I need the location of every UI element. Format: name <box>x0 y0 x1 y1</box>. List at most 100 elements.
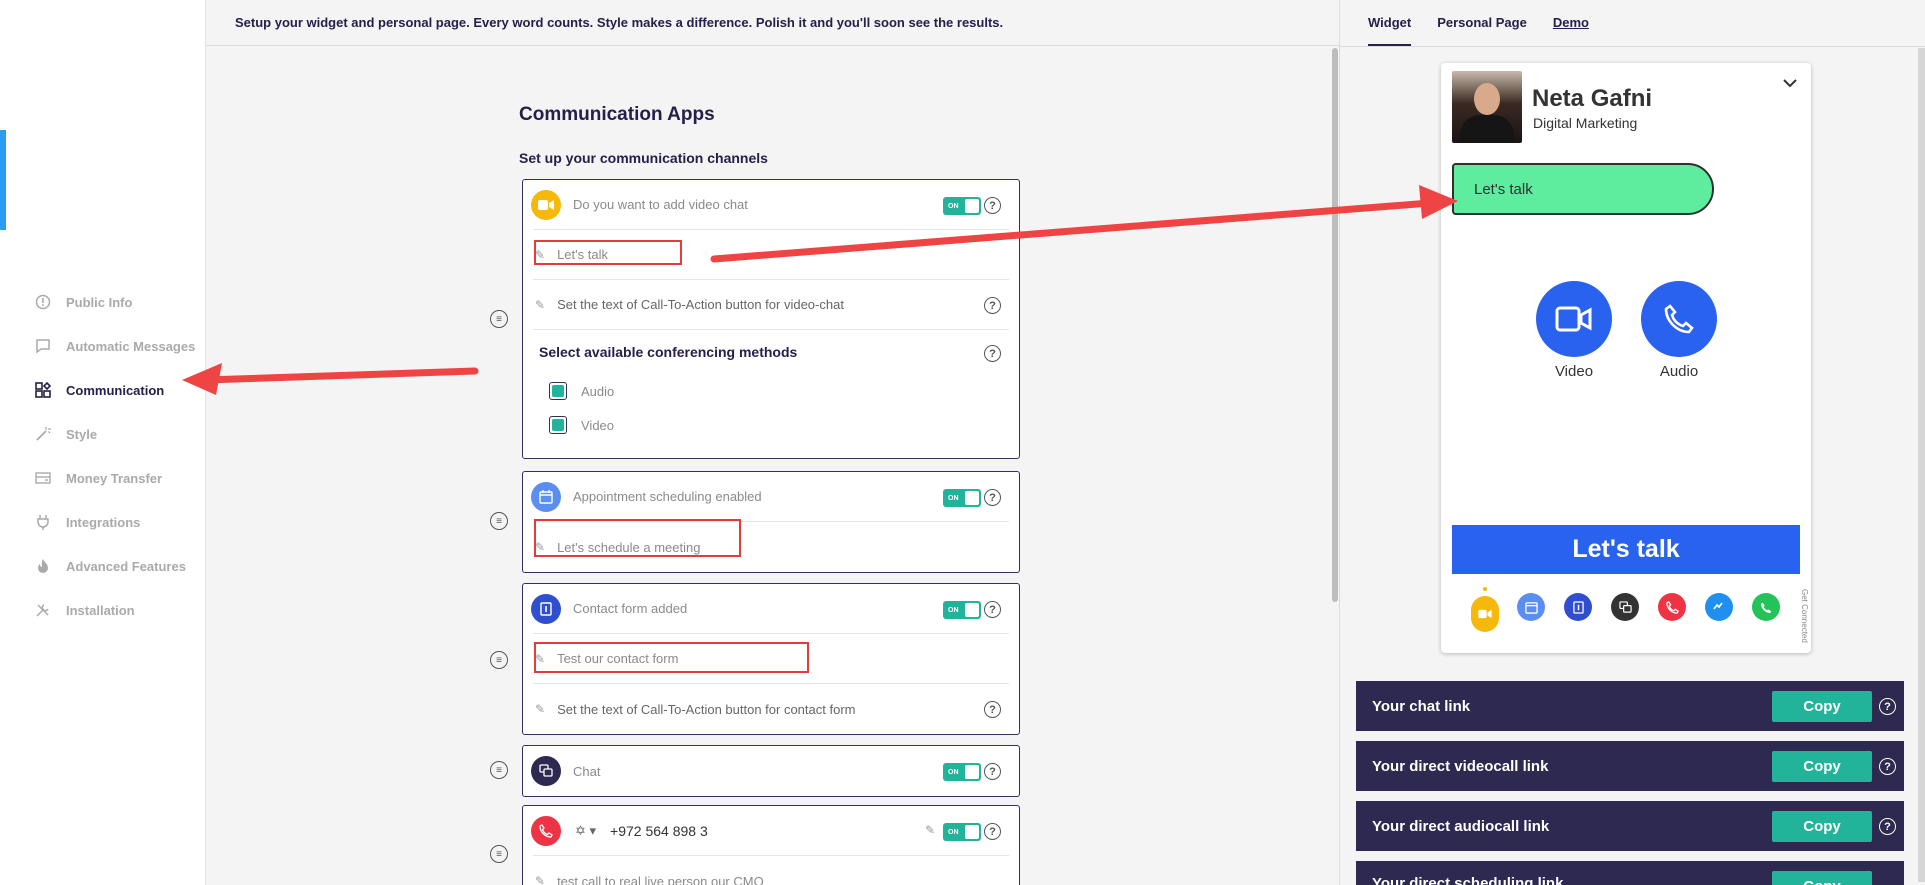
copy-button[interactable]: Copy <box>1772 691 1872 722</box>
phone-icon[interactable] <box>1658 593 1686 621</box>
sidebar: Public Info Automatic Messages Communica… <box>0 0 206 885</box>
calendar-icon[interactable] <box>1517 593 1545 621</box>
help-icon[interactable]: ? <box>984 489 1001 506</box>
chevron-down-icon[interactable] <box>1783 75 1797 93</box>
chat-bubbles-icon[interactable] <box>1611 593 1639 621</box>
whatsapp-icon[interactable] <box>1752 593 1780 621</box>
sidebar-item-communication[interactable]: Communication <box>34 368 195 412</box>
copy-button[interactable]: Copy <box>1772 811 1872 842</box>
chat-label: Chat <box>573 763 601 779</box>
contact-label: Contact form added <box>573 601 688 616</box>
magic-wand-icon <box>34 425 52 443</box>
video-chat-toggle[interactable]: ON <box>943 197 981 215</box>
phone-icon <box>531 815 561 846</box>
chat-toggle[interactable]: ON <box>943 763 981 781</box>
video-cta-placeholder-row[interactable]: ✎ Set the text of Call-To-Action button … <box>533 280 1009 330</box>
video-camera-icon[interactable] <box>1471 596 1499 632</box>
lets-talk-button[interactable]: Let's talk <box>1452 525 1800 574</box>
videocall-link-bar: Your direct videocall link Copy ? <box>1356 741 1904 791</box>
avatar-face <box>1474 83 1500 115</box>
drag-handle[interactable]: ≡ <box>490 761 508 779</box>
preview-scrollbar[interactable] <box>1918 48 1925 882</box>
contact-toggle[interactable]: ON <box>943 601 981 619</box>
conferencing-header: Select available conferencing methods ? <box>523 330 1019 374</box>
sidebar-item-label: Integrations <box>66 514 141 530</box>
video-camera-icon <box>531 189 561 220</box>
help-icon[interactable]: ? <box>984 197 1001 214</box>
drag-handle[interactable]: ≡ <box>490 512 508 530</box>
sidebar-item-style[interactable]: Style <box>34 412 195 456</box>
sidebar-item-integrations[interactable]: Integrations <box>34 500 195 544</box>
help-icon[interactable]: ? <box>984 345 1001 362</box>
help-icon[interactable]: ? <box>1879 818 1896 835</box>
sidebar-item-label: Money Transfer <box>66 470 163 486</box>
chat-link-bar: Your chat link Copy ? <box>1356 681 1904 731</box>
main-content: Communication Apps Set up your communica… <box>206 46 1339 885</box>
chat-row: Chat ON ? <box>531 746 1009 796</box>
phone-cta-row[interactable]: ✎ test call to real live person our CMO <box>533 856 1009 885</box>
phone-number-input[interactable]: +972 564 898 3 <box>610 823 708 839</box>
help-icon[interactable]: ? <box>984 763 1001 780</box>
audio-call-button[interactable] <box>1641 281 1717 357</box>
help-icon[interactable]: ? <box>1879 698 1896 715</box>
chat-bubbles-icon <box>531 756 561 786</box>
toggle-label: ON <box>948 768 959 776</box>
sidebar-item-money-transfer[interactable]: Money Transfer <box>34 456 195 500</box>
contact-form-icon[interactable] <box>1564 593 1592 621</box>
drag-handle[interactable]: ≡ <box>490 310 508 328</box>
video-call-button[interactable] <box>1536 281 1612 357</box>
section-subtitle: Set up your communication channels <box>519 150 768 166</box>
calendar-icon <box>531 481 561 512</box>
contact-row: Contact form added ON ? <box>531 584 1009 634</box>
contact-form-icon <box>531 593 561 624</box>
country-flag-dropdown[interactable]: ✡ ▾ <box>575 823 596 839</box>
info-icon <box>34 293 52 311</box>
toggle-knob <box>965 491 979 505</box>
sidebar-item-automatic-messages[interactable]: Automatic Messages <box>34 324 195 368</box>
messenger-icon[interactable] <box>1705 593 1733 621</box>
help-icon[interactable]: ? <box>1879 758 1896 775</box>
contact-cta-placeholder-row[interactable]: ✎ Set the text of Call-To-Action button … <box>533 684 1009 734</box>
avatar-body <box>1460 115 1514 143</box>
tab-demo[interactable]: Demo <box>1553 15 1589 46</box>
message-icon <box>34 337 52 355</box>
tab-widget[interactable]: Widget <box>1368 15 1412 46</box>
phone-toggle[interactable]: ON <box>943 823 981 841</box>
toggle-label: ON <box>948 828 959 836</box>
scheduling-toggle[interactable]: ON <box>943 489 981 507</box>
money-transfer-icon <box>34 469 52 487</box>
help-icon[interactable]: ? <box>984 701 1001 718</box>
toggle-label: ON <box>948 494 959 502</box>
sidebar-item-public-info[interactable]: Public Info <box>34 280 195 324</box>
copy-button[interactable]: Copy <box>1772 871 1872 885</box>
copy-button[interactable]: Copy <box>1772 751 1872 782</box>
video-cta-placeholder[interactable]: Set the text of Call-To-Action button fo… <box>557 297 844 312</box>
main-scrollbar[interactable] <box>1332 48 1338 602</box>
video-chat-label: Do you want to add video chat <box>573 197 748 212</box>
video-chat-card: Do you want to add video chat ON ? ✎ Let… <box>522 179 1020 459</box>
pencil-icon[interactable]: ✎ <box>925 823 935 837</box>
drag-handle[interactable]: ≡ <box>490 845 508 863</box>
sidebar-nav: Public Info Automatic Messages Communica… <box>34 280 195 632</box>
help-icon[interactable]: ? <box>984 823 1001 840</box>
sidebar-item-advanced-features[interactable]: Advanced Features <box>34 544 195 588</box>
divider <box>1340 46 1925 47</box>
cta-bubble[interactable]: Let's talk <box>1452 163 1714 215</box>
powered-by-label[interactable]: Get Connected <box>1800 589 1809 643</box>
drag-handle[interactable]: ≡ <box>490 651 508 669</box>
checkbox-checked-icon[interactable] <box>549 382 567 400</box>
method-audio-checkbox[interactable]: Audio <box>549 374 1019 408</box>
conferencing-title: Select available conferencing methods <box>539 344 798 360</box>
annotation-highlight-box <box>534 240 682 265</box>
help-icon[interactable]: ? <box>984 297 1001 314</box>
sidebar-item-installation[interactable]: Installation <box>34 588 195 632</box>
scheduling-label: Appointment scheduling enabled <box>573 489 762 504</box>
toggle-knob <box>965 825 979 839</box>
help-icon[interactable]: ? <box>984 601 1001 618</box>
sidebar-item-label: Public Info <box>66 294 133 310</box>
method-video-checkbox[interactable]: Video <box>549 408 1019 442</box>
tab-personal-page[interactable]: Personal Page <box>1437 15 1527 46</box>
phone-cta-input[interactable]: test call to real live person our CMO <box>557 874 764 885</box>
contact-cta-placeholder[interactable]: Set the text of Call-To-Action button fo… <box>557 702 855 717</box>
checkbox-checked-icon[interactable] <box>549 416 567 434</box>
